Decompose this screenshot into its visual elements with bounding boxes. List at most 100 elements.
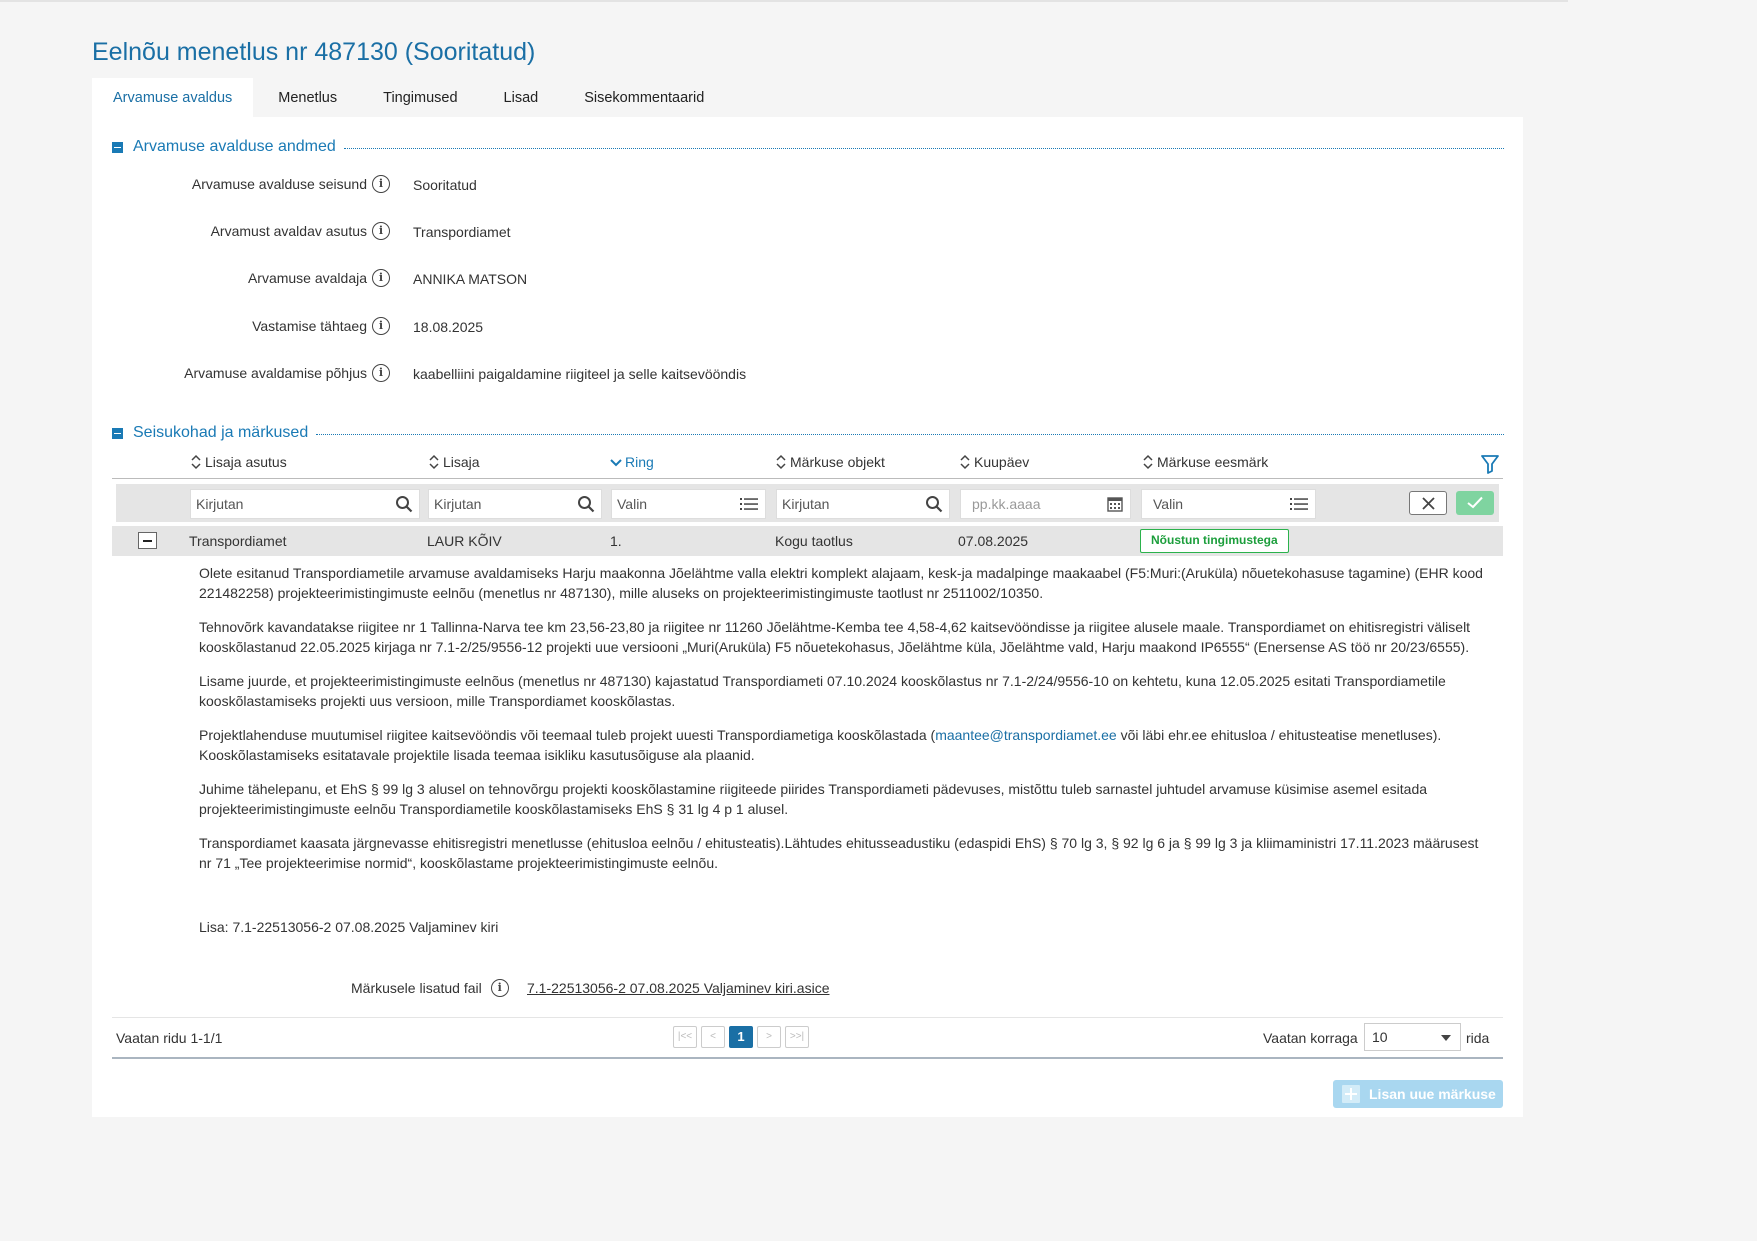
pagination: |<< < 1 > >>| [673,1026,813,1048]
tab-arvamuse-avaldus[interactable]: Arvamuse avaldus [92,78,254,118]
tabs: Arvamuse avaldus Menetlus Tingimused Lis… [92,78,729,118]
field-value: Sooritatud [413,177,477,193]
list-icon [740,498,758,510]
col-ring[interactable]: Ring [610,454,654,470]
filter-icon[interactable] [1481,454,1499,474]
info-icon[interactable]: i [372,222,390,240]
sort-icon [776,454,786,470]
col-markuse-objekt[interactable]: Märkuse objekt [775,454,885,470]
section-title: Arvamuse avalduse andmed [133,138,336,155]
cell-markuse-objekt: Kogu taotlus [775,533,853,549]
col-label: Märkuse objekt [790,454,885,470]
email-link[interactable]: maantee@transpordiamet.ee [935,727,1117,743]
rows-info: Vaatan ridu 1-1/1 [116,1030,223,1046]
col-label: Kuupäev [974,454,1030,470]
table-row[interactable]: Transpordiamet LAUR KÕIV 1. Kogu taotlus… [112,526,1503,556]
filter-ring-select[interactable]: Valin [611,489,766,519]
col-kuupaev[interactable]: Kuupäev [959,454,1029,470]
field-label: Vastamise tähtaeg [252,318,367,334]
field-value: 18.08.2025 [413,319,484,335]
field-value: Transpordiamet [413,224,511,240]
info-icon[interactable]: i [372,317,390,335]
section-title: Seisukohad ja märkused [133,424,309,441]
clear-filters-button[interactable] [1409,491,1447,515]
col-label: Lisaja [443,454,480,470]
field-label: Arvamuse avaldamise põhjus [184,365,367,381]
col-lisaja-asutus[interactable]: Lisaja asutus [190,454,287,470]
detail-paragraph: Projektlahenduse muutumisel riigitee kai… [199,727,1442,763]
field-asutus: Arvamust avaldav asutus i Transpordiamet [92,219,1092,243]
calendar-icon [1107,497,1123,512]
remark-detail: Olete esitanud Transpordiametile arvamus… [199,563,1489,887]
section-seisukohad[interactable]: Seisukohad ja märkused [112,423,308,443]
field-seisund: Arvamuse avalduse seisund i Sooritatud [92,172,1092,196]
info-icon[interactable]: i [372,175,390,193]
tab-lisad[interactable]: Lisad [483,78,560,118]
attachment-note: Lisa: 7.1-22513056-2 07.08.2025 Valjamin… [199,919,499,935]
info-icon[interactable]: i [372,364,390,382]
per-page-suffix: rida [1466,1030,1490,1046]
status-badge: Nõustun tingimustega [1140,529,1289,553]
filter-lisaja-asutus-input[interactable]: Kirjutan [190,489,420,519]
file-label: Märkusele lisatud fail [351,980,482,996]
cell-kuupaev: 07.08.2025 [958,533,1029,549]
check-icon [1467,496,1483,509]
filter-kuupaev-input[interactable]: pp.kk.aaaa [960,489,1131,519]
chevron-down-icon [610,459,622,467]
footer-bottom-divider [112,1057,1503,1059]
add-remark-button[interactable]: Lisan uue märkuse [1333,1080,1503,1108]
field-tahtaeg: Vastamise tähtaeg i 18.08.2025 [92,314,1092,338]
tab-sisekommentaarid[interactable]: Sisekommentaarid [563,78,725,118]
cell-lisaja: LAUR KÕIV [427,533,502,549]
next-page-button[interactable]: > [757,1026,781,1048]
detail-paragraph: Olete esitanud Transpordiametile arvamus… [199,565,1483,601]
attached-file-link[interactable]: 7.1-22513056-2 07.08.2025 Valjaminev kir… [527,980,830,996]
detail-paragraph: Tehnovõrk kavandatakse riigitee nr 1 Tal… [199,619,1471,655]
info-icon[interactable]: i [372,269,390,287]
sort-icon [960,454,970,470]
col-label: Lisaja asutus [205,454,287,470]
collapse-icon[interactable] [112,141,123,153]
list-icon [1290,498,1308,510]
first-page-button[interactable]: |<< [673,1026,697,1048]
field-value: kaabelliini paigaldamine riigiteel ja se… [413,366,747,382]
col-label: Märkuse eesmärk [1157,454,1269,470]
per-page-select[interactable]: 10 [1364,1023,1461,1051]
page-button[interactable]: 1 [729,1026,753,1048]
prev-page-button[interactable]: < [701,1026,725,1048]
main-panel: Arvamuse avalduse andmed Arvamuse avaldu… [92,117,1523,1117]
col-label: Ring [625,454,654,470]
tab-tingimused[interactable]: Tingimused [362,78,478,118]
detail-paragraph: Juhime tähelepanu, et EhS § 99 lg 3 alus… [199,781,1428,817]
col-markuse-eesmark[interactable]: Märkuse eesmärk [1142,454,1268,470]
footer-divider [112,1017,1503,1018]
field-label: Arvamuse avaldaja [247,270,367,286]
cell-ring: 1. [610,533,622,549]
info-icon[interactable]: i [490,979,509,997]
sort-icon [191,454,201,470]
filter-lisaja-input[interactable]: Kirjutan [428,489,602,519]
attached-file-row: Märkusele lisatud fail i 7.1-22513056-2 0… [92,977,1092,999]
col-lisaja[interactable]: Lisaja [428,454,480,470]
cell-lisaja-asutus: Transpordiamet [189,533,287,549]
apply-filters-button[interactable] [1456,491,1494,515]
section-divider [344,148,1504,149]
field-value: ANNIKA MATSON [413,271,528,287]
filter-markuse-eesmark-select[interactable]: Valin [1141,489,1316,519]
collapse-row-button[interactable] [138,532,157,549]
section-arvamuse-avalduse-andmed[interactable]: Arvamuse avalduse andmed [112,137,336,157]
sort-icon [429,454,439,470]
per-page-label: Vaatan korraga [1263,1030,1358,1046]
filter-markuse-objekt-input[interactable]: Kirjutan [776,489,950,519]
tab-menetlus[interactable]: Menetlus [257,78,358,118]
field-label: Arvamuse avalduse seisund [191,176,367,192]
last-page-button[interactable]: >>| [785,1026,809,1048]
section-divider [316,434,1504,435]
close-icon [1422,497,1435,510]
search-icon [926,496,943,513]
detail-paragraph: Transpordiamet kaasata järgnevasse ehiti… [199,835,1479,871]
plus-icon [1342,1085,1360,1103]
search-icon [578,496,595,513]
collapse-icon[interactable] [112,427,123,439]
filter-bar: Kirjutan Kirjutan Valin Kirjutan pp.kk.a… [116,484,1499,522]
